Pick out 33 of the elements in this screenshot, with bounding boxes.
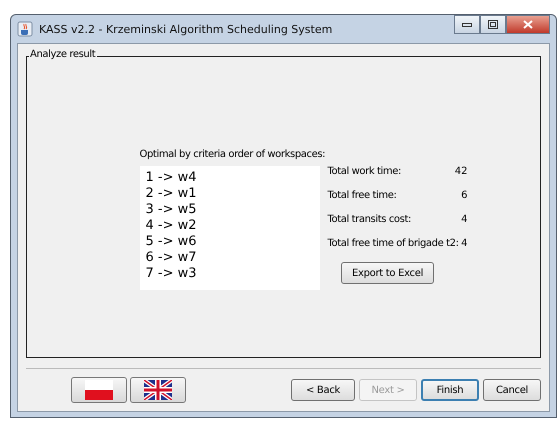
order-heading: Optimal by criteria order of workspaces: bbox=[140, 149, 326, 160]
window-title: KASS v2.2 - Krzeminski Algorithm Scheduling System bbox=[39, 22, 334, 36]
list-item: 2 -> w1 bbox=[146, 186, 198, 202]
maximize-button[interactable] bbox=[480, 15, 506, 34]
close-button[interactable] bbox=[506, 15, 550, 34]
british-flag-icon bbox=[144, 380, 172, 400]
export-button[interactable]: Export to Excel bbox=[340, 262, 434, 284]
stat-label: Total work time: bbox=[328, 166, 401, 177]
java-cup-icon bbox=[17, 21, 33, 37]
polish-flag-icon bbox=[85, 380, 113, 400]
minimize-icon bbox=[462, 22, 472, 26]
stat-label: Total transits cost: bbox=[328, 214, 411, 225]
wizard-button[interactable]: Cancel bbox=[483, 379, 541, 401]
wizard-button[interactable]: Finish bbox=[421, 379, 479, 401]
stat-label: Total free time: bbox=[328, 190, 396, 201]
language-button[interactable] bbox=[71, 377, 127, 403]
language-button[interactable] bbox=[130, 377, 186, 403]
list-item: 1 -> w4 bbox=[146, 170, 198, 186]
minimize-button[interactable] bbox=[454, 15, 480, 34]
maximize-icon bbox=[488, 20, 498, 29]
stat-value: 4 bbox=[461, 238, 468, 249]
list-item: 5 -> w6 bbox=[146, 234, 198, 250]
stat-value: 6 bbox=[461, 190, 468, 201]
stat-value: 4 bbox=[461, 214, 468, 225]
list-item: 6 -> w7 bbox=[146, 250, 198, 266]
wizard-button[interactable]: < Back bbox=[291, 379, 355, 401]
list-item: 7 -> w3 bbox=[146, 266, 198, 282]
stat-value: 42 bbox=[454, 166, 468, 177]
list-item: 4 -> w2 bbox=[146, 218, 198, 234]
group-title: Analyze result bbox=[29, 49, 98, 60]
close-icon bbox=[523, 20, 533, 29]
stat-label: Total free time of brigade t2: bbox=[328, 238, 459, 249]
list-item: 3 -> w5 bbox=[146, 202, 198, 218]
